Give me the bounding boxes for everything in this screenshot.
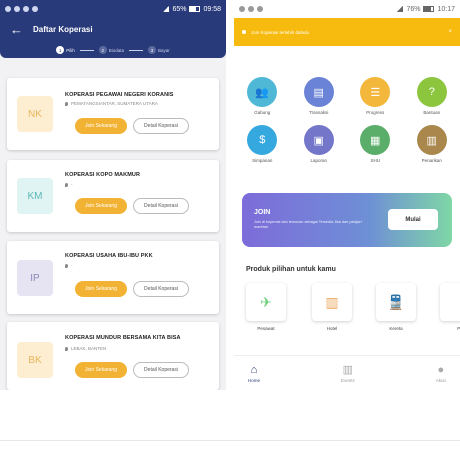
home-icon: ⌂ <box>250 363 258 376</box>
koperasi-name: KOPERASI USAHA IBU-IBU PKK <box>65 253 153 259</box>
signal-icon <box>397 6 404 12</box>
menu-item-gabung[interactable]: 👥 Gabung <box>234 77 291 115</box>
battery-percent: 65% <box>172 5 187 13</box>
location-pin-icon <box>65 182 68 187</box>
notification-icons <box>5 6 38 12</box>
people-icon: 👥 <box>247 77 278 107</box>
events-icon: ▥ <box>342 364 354 376</box>
wallet-icon: ▥ <box>416 125 447 155</box>
report-icon: ▣ <box>303 125 334 155</box>
info-icon <box>242 30 246 34</box>
join-button[interactable]: Join Sekarang <box>75 362 127 378</box>
step-pilih: 1 Pilih <box>56 46 75 54</box>
nav-akun[interactable]: ● Akun <box>436 356 446 390</box>
product-pesawat[interactable]: ✈ Pesawat <box>246 283 286 331</box>
help-icon: ? <box>416 77 447 107</box>
koperasi-card: KM KOPERASI KOPO MAKMUR - Join Sekarang … <box>7 160 219 232</box>
more-icon <box>440 283 460 321</box>
product-kereta[interactable]: 🚆 Kereta <box>376 283 416 331</box>
divider <box>0 440 460 441</box>
menu-item-transaksi[interactable]: ▤ Transaksi <box>291 77 348 115</box>
user-icon: ● <box>437 363 445 376</box>
location-pin-icon <box>65 263 68 268</box>
nav-home[interactable]: ⌂ Home <box>248 356 260 390</box>
join-button[interactable]: Join Sekarang <box>75 118 127 134</box>
list-icon: ☰ <box>360 77 391 107</box>
money-icon: $ <box>247 125 278 155</box>
koperasi-avatar: NK <box>17 96 53 132</box>
join-promo-banner: JOIN Join di koperasi dan temukan sebaga… <box>242 193 452 247</box>
battery-icon <box>189 6 201 12</box>
nav-events[interactable]: ▥ Events <box>341 356 355 390</box>
koperasi-card: NK KOPERASI PEGAWAI NEGERI KORANIS PEMAT… <box>7 78 219 150</box>
clock: 09:58 <box>203 5 221 13</box>
right-phone-screen: 76% 10:17 Join Koperasi terlebih dahulu … <box>234 0 460 390</box>
koperasi-name: KOPERASI KOPO MAKMUR <box>65 172 141 178</box>
product-hotel[interactable]: ▥ Hotel <box>312 283 352 331</box>
step-bayar: 3 Bayar <box>148 46 170 54</box>
clock: 10:17 <box>437 5 455 13</box>
train-icon: 🚆 <box>376 283 416 321</box>
koperasi-name: KOPERASI PEGAWAI NEGERI KORANIS <box>65 92 174 98</box>
product-more[interactable]: Pu <box>440 283 460 331</box>
close-icon[interactable]: × <box>448 29 452 35</box>
left-phone-screen: 65% 09:58 ← Daftar Koperasi 1 Pilih 2 Biod… <box>0 0 226 390</box>
menu-item-penarikan[interactable]: ▥ Penarikan <box>404 125 460 163</box>
koperasi-avatar: BK <box>17 342 53 378</box>
location-pin-icon <box>65 101 68 106</box>
menu-item-progress[interactable]: ☰ Progress <box>347 77 404 115</box>
menu-item-shu[interactable]: ▦ SHU <box>347 125 404 163</box>
feature-menu: 👥 Gabung ▤ Transaksi ☰ Progress ? Bantuan $ S… <box>234 77 460 163</box>
join-button[interactable]: Join Sekarang <box>75 198 127 214</box>
back-arrow-icon[interactable]: ← <box>10 22 23 37</box>
menu-item-bantuan[interactable]: ? Bantuan <box>404 77 460 115</box>
koperasi-location: LEBAK, BANTEN <box>65 346 106 351</box>
notification-icons <box>239 6 263 12</box>
chart-icon: ▦ <box>360 125 391 155</box>
step-biodata: 2 Biodata <box>98 46 124 54</box>
list-icon: ▤ <box>303 77 334 107</box>
koperasi-card: IP KOPERASI USAHA IBU-IBU PKK - Join Sek… <box>7 241 219 314</box>
hotel-icon: ▥ <box>312 283 352 321</box>
detail-button[interactable]: Detail Koperasi <box>133 198 189 214</box>
join-button[interactable]: Join Sekarang <box>75 281 127 297</box>
mulai-button[interactable]: Mulai <box>388 209 438 230</box>
koperasi-name: KOPERASI MUNDUR BERSAMA KITA BISA <box>65 335 181 341</box>
products-heading: Produk pilihan untuk kamu <box>246 266 336 273</box>
bottom-nav: ⌂ Home ▥ Events ● Akun <box>234 355 460 390</box>
detail-button[interactable]: Detail Koperasi <box>133 281 189 297</box>
plane-icon: ✈ <box>246 283 286 321</box>
location-pin-icon <box>65 346 68 351</box>
koperasi-avatar: KM <box>17 178 53 214</box>
status-bar: 65% 09:58 <box>0 0 226 18</box>
stepper: 1 Pilih 2 Biodata 3 Bayar <box>0 46 226 54</box>
koperasi-card: BK KOPERASI MUNDUR BERSAMA KITA BISA LEB… <box>7 322 219 390</box>
banner-description: Join di koperasi dan temukan sebagai Ter… <box>254 220 362 229</box>
signal-icon <box>163 6 170 12</box>
join-notice-banner: Join Koperasi terlebih dahulu × <box>234 18 460 46</box>
battery-percent: 76% <box>406 5 421 13</box>
menu-item-laporan[interactable]: ▣ Laporan <box>291 125 348 163</box>
detail-button[interactable]: Detail Koperasi <box>133 362 189 378</box>
notice-text: Join Koperasi terlebih dahulu <box>251 29 310 35</box>
koperasi-location: - <box>65 263 73 268</box>
koperasi-avatar: IP <box>17 260 53 296</box>
koperasi-location: - <box>65 182 73 187</box>
page-title: Daftar Koperasi <box>33 24 93 34</box>
banner-title: JOIN <box>254 209 271 216</box>
menu-item-simpanan[interactable]: $ Simpanan <box>234 125 291 163</box>
battery-icon <box>423 6 435 12</box>
status-bar: 76% 10:17 <box>234 0 460 18</box>
app-header: 65% 09:58 ← Daftar Koperasi 1 Pilih 2 Biod… <box>0 0 226 58</box>
koperasi-location: PEMATANGSIANTAR, SUMATERA UTARA <box>65 101 158 106</box>
detail-button[interactable]: Detail Koperasi <box>133 118 189 134</box>
